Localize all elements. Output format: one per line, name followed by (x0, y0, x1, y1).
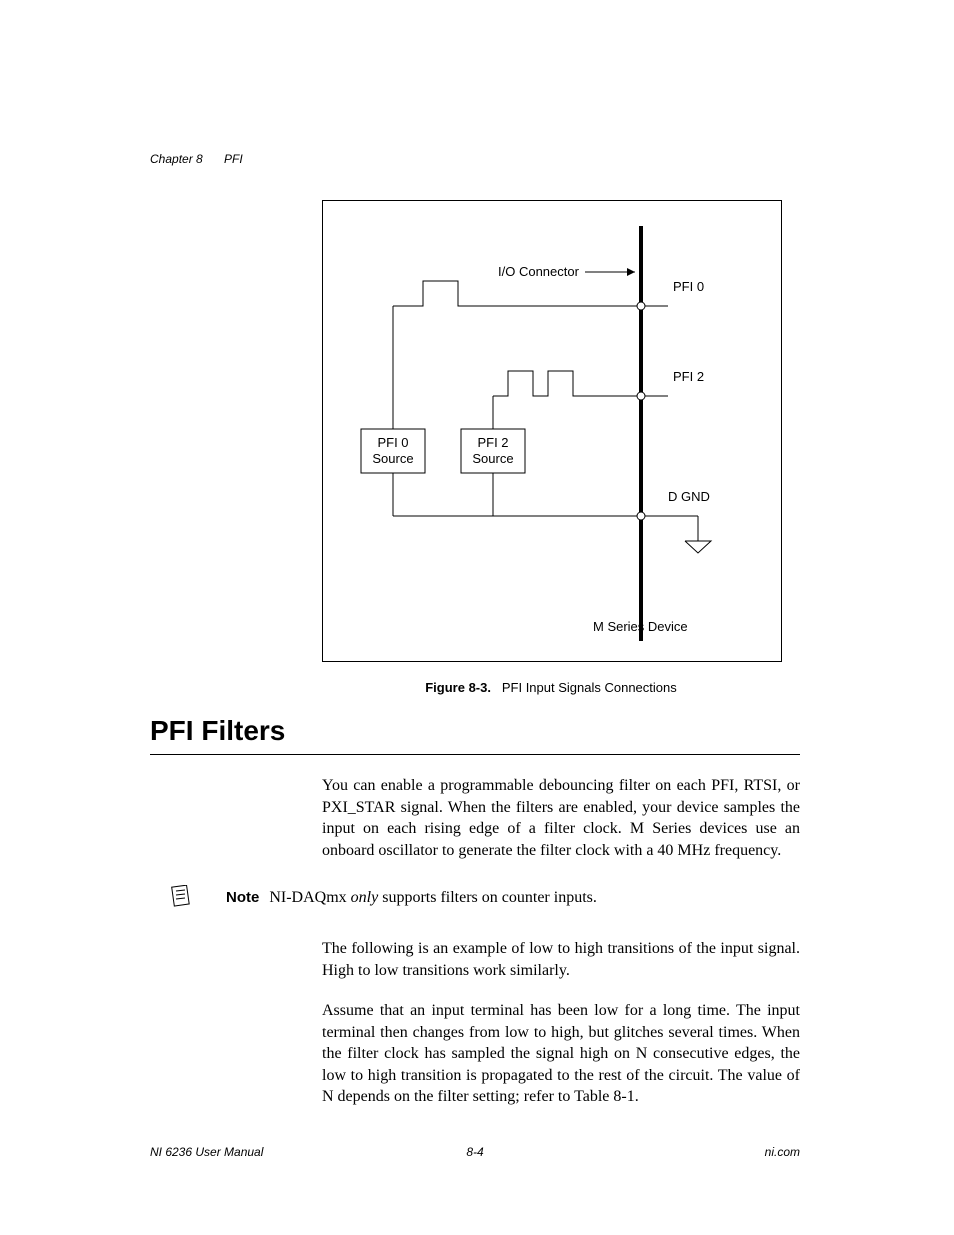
label-dgnd: D GND (668, 489, 710, 504)
figure-caption-text: PFI Input Signals Connections (502, 680, 677, 695)
note-pre: NI-DAQmx (269, 889, 350, 906)
paragraph-1: You can enable a programmable debouncing… (322, 775, 800, 861)
note-italic: only (351, 889, 379, 906)
label-pfi0-source-l2: Source (372, 451, 413, 466)
note-label: Note (226, 889, 259, 906)
section-heading: PFI Filters (150, 715, 285, 747)
label-pfi2-source-l1: PFI 2 (477, 435, 508, 450)
label-ioconnector: I/O Connector (498, 264, 580, 279)
label-pfi0: PFI 0 (673, 279, 704, 294)
note-row: Note NI-DAQmx only supports filters on c… (170, 885, 800, 912)
label-pfi0-source-l1: PFI 0 (377, 435, 408, 450)
note-post: supports filters on counter inputs. (378, 889, 597, 906)
chapter-number: Chapter 8 (150, 152, 203, 166)
paragraph-2: The following is an example of low to hi… (322, 938, 800, 981)
figure-caption-number: Figure 8-3. (425, 680, 491, 695)
label-pfi2: PFI 2 (673, 369, 704, 384)
page: Chapter 8 PFI PFI 0 PFI 2 D GND I/O Conn… (0, 0, 954, 1235)
page-header: Chapter 8 PFI (150, 152, 243, 166)
footer-left: NI 6236 User Manual (150, 1145, 263, 1159)
label-pfi2-source-l2: Source (472, 451, 513, 466)
diagram-svg: PFI 0 PFI 2 D GND I/O Connector M Series… (323, 201, 781, 661)
figure-caption: Figure 8-3. PFI Input Signals Connection… (322, 680, 780, 695)
section-rule (150, 754, 800, 755)
paragraph-3: Assume that an input terminal has been l… (322, 1000, 800, 1108)
note-text: NI-DAQmx only supports filters on counte… (269, 889, 597, 906)
label-device: M Series Device (593, 619, 688, 634)
footer-center: 8-4 (466, 1145, 483, 1159)
figure-diagram: PFI 0 PFI 2 D GND I/O Connector M Series… (322, 200, 782, 662)
chapter-title: PFI (224, 152, 243, 166)
note-icon (170, 885, 192, 912)
footer-right: ni.com (765, 1145, 800, 1159)
